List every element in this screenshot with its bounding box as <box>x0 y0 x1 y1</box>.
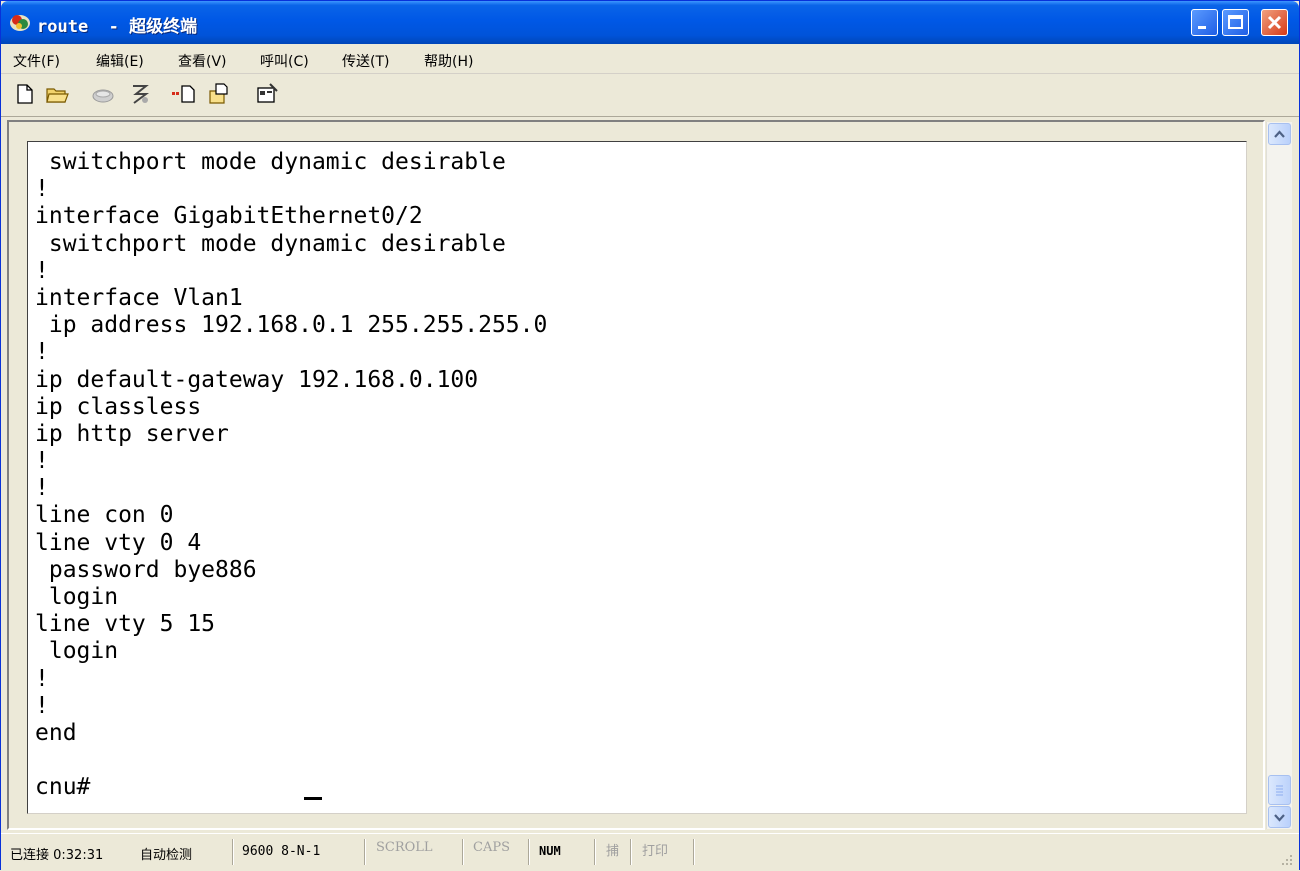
status-port-params: 9600 8-N-1 <box>242 844 321 859</box>
grip-icon <box>1276 785 1283 796</box>
terminal-line: line vty 0 4 <box>35 529 202 556</box>
status-divider <box>364 839 366 865</box>
status-bar: 已连接 0:32:31 自动检测 9600 8-N-1 SCROLL CAPS … <box>1 833 1299 871</box>
status-divider <box>594 839 596 865</box>
terminal-line: switchport mode dynamic desirable <box>35 149 506 175</box>
status-divider <box>232 839 234 865</box>
status-capture: 捕 <box>606 844 620 859</box>
terminal-line: ! <box>35 339 49 366</box>
terminal-line: ip address 192.168.0.1 255.255.255.0 <box>35 312 548 339</box>
maximize-button[interactable] <box>1222 9 1249 36</box>
terminal-line: login <box>35 584 119 610</box>
status-divider <box>693 839 695 865</box>
disconnect-icon[interactable] <box>91 83 115 105</box>
terminal-line: ! <box>35 692 49 719</box>
status-num: NUM <box>539 844 561 858</box>
hyperterminal-window: route - 超级终端 文件(F) 编辑(E) 查看(V) 呼叫(C) 传送(… <box>0 0 1300 871</box>
status-caps: CAPS <box>473 840 510 855</box>
terminal-line: line vty 5 15 <box>35 611 216 638</box>
chevron-up-icon <box>1274 130 1285 138</box>
hyperterminal-app-icon[interactable] <box>9 12 31 32</box>
new-icon[interactable] <box>13 83 37 105</box>
window-title: route - 超级终端 <box>37 17 198 37</box>
menu-file[interactable]: 文件(F) <box>13 51 60 71</box>
menu-transfer[interactable]: 传送(T) <box>342 51 389 71</box>
text-cursor <box>304 797 322 800</box>
status-print: 打印 <box>642 844 669 859</box>
minimize-button[interactable] <box>1191 9 1218 36</box>
chevron-down-icon <box>1274 814 1285 822</box>
terminal-line: login <box>35 638 119 665</box>
terminal-line: ip default-gateway 192.168.0.100 <box>35 366 479 393</box>
menu-call[interactable]: 呼叫(C) <box>260 51 309 71</box>
open-icon[interactable] <box>45 83 69 105</box>
status-connection: 已连接 0:32:31 <box>10 848 104 863</box>
terminal-line: switchport mode dynamic desirable <box>35 230 506 257</box>
title-bar[interactable]: route - 超级终端 <box>1 1 1299 44</box>
scroll-down-button[interactable] <box>1268 806 1291 828</box>
maximize-icon <box>1228 15 1243 29</box>
scroll-thumb[interactable] <box>1268 775 1291 805</box>
menu-help[interactable]: 帮助(H) <box>424 51 473 71</box>
terminal-line: ! <box>35 448 49 475</box>
terminal-line: interface GigabitEthernet0/2 <box>35 203 423 230</box>
terminal-line: ip classless <box>35 393 202 420</box>
menu-view[interactable]: 查看(V) <box>178 51 227 71</box>
terminal-line: ! <box>35 176 49 203</box>
terminal-line: cnu# <box>35 774 91 801</box>
properties-icon[interactable] <box>255 83 279 105</box>
status-divider <box>528 839 530 865</box>
toolbar <box>1 74 1299 117</box>
receive-icon[interactable] <box>207 83 231 105</box>
terminal-output: switchport mode dynamic desirable! interf… <box>35 149 547 802</box>
menu-edit[interactable]: 编辑(E) <box>96 51 144 71</box>
terminal-line: password bye886 <box>35 556 257 583</box>
terminal-line: ! <box>35 257 49 284</box>
close-button[interactable] <box>1261 9 1288 36</box>
status-detect: 自动检测 <box>140 848 193 863</box>
terminal-line: ! <box>35 665 49 692</box>
close-icon <box>1267 15 1282 30</box>
scroll-up-button[interactable] <box>1268 123 1291 145</box>
terminal-screen[interactable]: switchport mode dynamic desirable! interf… <box>27 141 1247 814</box>
terminal-line: ! <box>35 475 49 502</box>
dial-icon[interactable] <box>128 83 152 105</box>
status-divider <box>630 839 632 865</box>
send-icon[interactable] <box>171 83 195 105</box>
terminal-line: end <box>35 719 77 746</box>
terminal-line: interface Vlan1 <box>35 284 243 311</box>
resize-grip-icon[interactable] <box>1279 852 1293 866</box>
terminal-line: ip http server <box>35 420 229 447</box>
status-divider <box>462 839 464 865</box>
minimize-icon <box>1198 26 1206 29</box>
vertical-scrollbar[interactable] <box>1266 122 1292 829</box>
menu-bar: 文件(F) 编辑(E) 查看(V) 呼叫(C) 传送(T) 帮助(H) <box>1 45 1299 74</box>
terminal-line: line con 0 <box>35 502 174 529</box>
status-scroll: SCROLL <box>376 840 433 855</box>
